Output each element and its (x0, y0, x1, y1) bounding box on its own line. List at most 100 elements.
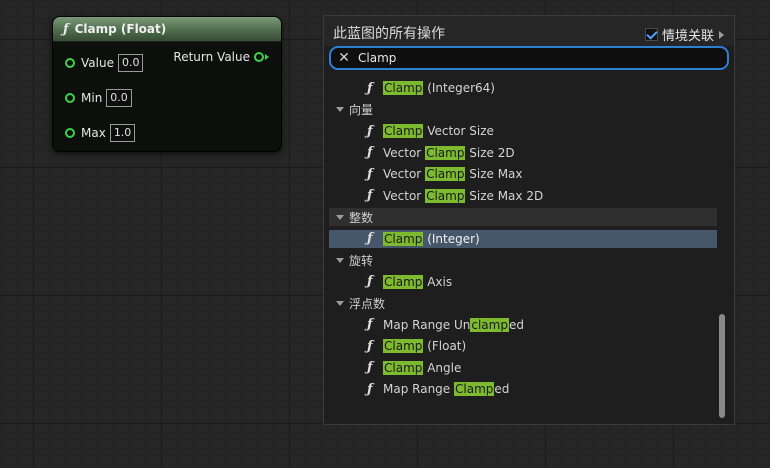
value-pin[interactable] (65, 58, 75, 68)
action-label: Map Range Clamped (383, 382, 509, 396)
action-label: Clamp Axis (383, 274, 452, 289)
action-label: Map Range Unclamped (383, 317, 524, 332)
pin-arrow-icon (265, 54, 269, 60)
action-palette: 此蓝图的所有操作 情境关联 ✕ ƒ Clamp (Integer64) 向量 ƒ Cla… (323, 15, 735, 425)
action-label: Clamp Angle (383, 360, 462, 375)
match-highlight: Clamp (383, 339, 424, 353)
action-item[interactable]: ƒ Clamp (Float) (329, 337, 717, 355)
function-icon: ƒ (367, 338, 373, 354)
action-item[interactable]: ƒ Clamp Vector Size (329, 122, 717, 140)
function-icon: ƒ (367, 145, 373, 160)
match-highlight: Clamp (383, 81, 424, 95)
action-label: Vector Clamp Size Max 2D (383, 188, 544, 203)
label-text: ed (508, 317, 524, 332)
node-header[interactable]: ƒ Clamp (Float) (53, 17, 281, 42)
value-pin-label: Value (81, 56, 114, 70)
label-text: Map Range (383, 382, 454, 396)
function-icon: ƒ (367, 231, 373, 246)
clamp-float-node[interactable]: ƒ Clamp (Float) Value 0.0 Min 0.0 Max 1.… (52, 16, 282, 152)
input-pin-row-max: Max 1.0 (65, 124, 136, 142)
node-title: Clamp (Float) (74, 22, 167, 36)
function-icon: ƒ (367, 166, 373, 182)
match-highlight: Clamp (454, 382, 495, 396)
label-text: Angle (423, 360, 462, 375)
function-icon: ƒ (367, 360, 373, 375)
category-row[interactable]: 浮点数 (329, 294, 717, 312)
close-icon[interactable]: ✕ (334, 50, 354, 66)
chevron-down-icon[interactable] (336, 300, 344, 306)
match-highlight: Clamp (383, 231, 424, 246)
chevron-right-icon[interactable] (719, 30, 724, 39)
function-icon: ƒ (63, 21, 69, 37)
label-text: Size Max (465, 167, 523, 181)
context-sensitive-toggle[interactable]: 情境关联 (644, 25, 724, 44)
function-icon: ƒ (367, 123, 373, 139)
match-highlight: clamp (470, 317, 509, 332)
max-pin-label: Max (81, 126, 106, 140)
label-text: Vector (383, 188, 426, 203)
action-label: Vector Clamp Size 2D (383, 145, 515, 160)
action-item[interactable]: ƒ Clamp (Integer) (329, 229, 717, 248)
return-value-label: Return Value (173, 50, 250, 64)
action-label: Clamp (Float) (383, 339, 466, 353)
chevron-down-icon[interactable] (336, 214, 344, 220)
input-pin-row-value: Value 0.0 (65, 54, 144, 72)
match-highlight: Clamp (383, 360, 424, 375)
context-checkbox[interactable] (644, 28, 658, 41)
chevron-down-icon[interactable] (336, 107, 344, 112)
match-highlight: Clamp (383, 274, 424, 289)
action-item[interactable]: ƒ Map Range Clamped (329, 380, 717, 398)
action-item[interactable]: ƒ Vector Clamp Size Max 2D (329, 187, 717, 205)
category-row[interactable]: 整数 (329, 208, 717, 226)
label-text: Vector (383, 145, 426, 160)
palette-header: 此蓝图的所有操作 情境关联 (324, 16, 734, 46)
label-text: Map Range Un (383, 317, 471, 332)
category-row[interactable]: 旋转 (329, 251, 717, 269)
match-highlight: Clamp (425, 188, 466, 203)
function-icon: ƒ (367, 317, 373, 332)
label-text: ed (494, 382, 510, 396)
value-input[interactable]: 0.0 (117, 54, 144, 72)
action-list: ƒ Clamp (Integer64) 向量 ƒ Clamp Vector Size ƒ V… (329, 76, 717, 422)
label-text: (Float) (423, 339, 467, 353)
action-item[interactable]: ƒ Map Range Unclamped (329, 316, 717, 334)
min-input[interactable]: 0.0 (106, 89, 132, 107)
action-label: Clamp Vector Size (383, 124, 494, 138)
action-item[interactable]: ƒ Clamp Angle (329, 359, 717, 377)
label-text: Size Max 2D (465, 188, 544, 203)
label-text: Vector Size (423, 124, 494, 138)
label-text: Size 2D (465, 145, 515, 160)
min-pin-label: Min (81, 91, 103, 105)
match-highlight: Clamp (383, 124, 424, 138)
category-label: 整数 (349, 210, 374, 225)
scrollbar[interactable] (719, 314, 725, 418)
category-row[interactable]: 向量 (329, 101, 717, 119)
function-icon: ƒ (367, 188, 373, 203)
palette-title: 此蓝图的所有操作 (333, 26, 445, 42)
max-input[interactable]: 1.0 (109, 124, 136, 142)
min-pin[interactable] (65, 93, 75, 103)
max-pin[interactable] (65, 128, 75, 138)
action-label: Clamp (Integer64) (383, 81, 495, 95)
label-text: (Integer) (423, 231, 480, 246)
action-item[interactable]: ƒ Vector Clamp Size Max (329, 165, 717, 183)
category-label: 向量 (349, 103, 374, 117)
context-label: 情境关联 (661, 29, 714, 44)
function-icon: ƒ (367, 381, 373, 397)
input-pin-row-min: Min 0.0 (65, 89, 132, 107)
chevron-down-icon[interactable] (336, 257, 344, 263)
action-item[interactable]: ƒ Vector Clamp Size 2D (329, 144, 717, 162)
label-text: Vector (383, 167, 426, 181)
search-box: ✕ (329, 46, 729, 70)
return-value-pin[interactable] (254, 52, 264, 62)
match-highlight: Clamp (425, 145, 466, 160)
action-item[interactable]: ƒ Clamp Axis (329, 273, 717, 291)
return-pin-row: Return Value (173, 50, 269, 64)
function-icon: ƒ (367, 80, 373, 96)
action-label: Vector Clamp Size Max (383, 167, 523, 181)
search-input[interactable] (354, 51, 727, 65)
category-label: 旋转 (349, 253, 374, 268)
function-icon: ƒ (367, 274, 373, 289)
action-item[interactable]: ƒ Clamp (Integer64) (329, 79, 717, 97)
label-text: (Integer64) (423, 81, 495, 95)
